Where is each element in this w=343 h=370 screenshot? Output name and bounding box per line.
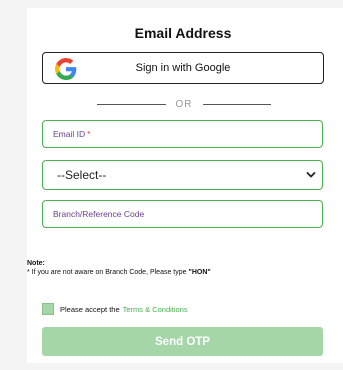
terms-checkbox[interactable] [42, 303, 54, 315]
note-title: Note: [27, 260, 45, 267]
note-code: "HON" [188, 269, 211, 276]
send-otp-button[interactable]: Send OTP [42, 327, 323, 356]
required-marker: * [87, 129, 91, 139]
consent-text: Please accept the [60, 304, 120, 314]
note-block: Note: * If you are not aware on Branch C… [27, 259, 339, 277]
terms-link[interactable]: Terms & Conditions [123, 305, 188, 314]
branch-select[interactable]: --Select-- [42, 160, 323, 190]
terms-consent: Please accept the Terms & Conditions [42, 303, 188, 315]
email-input[interactable]: Email ID * [42, 120, 323, 148]
form-title: Email Address [134, 25, 232, 41]
branch-code-input[interactable]: Branch/Reference Code [42, 200, 323, 228]
divider-line-right [202, 103, 271, 105]
branch-placeholder: Branch/Reference Code [53, 209, 145, 219]
divider-line-left [97, 103, 166, 105]
email-placeholder: Email ID [53, 129, 86, 139]
google-button-label: Sign in with Google [135, 62, 231, 74]
select-value: --Select-- [57, 168, 107, 182]
google-sign-in-button[interactable]: Sign in with Google [42, 52, 324, 84]
divider-text: OR [175, 98, 193, 110]
or-divider: OR [97, 97, 271, 111]
google-g-icon [55, 58, 77, 80]
chevron-down-icon [306, 172, 316, 178]
note-text: * If you are not aware on Branch Code, P… [27, 269, 189, 276]
email-form-card: Email Address Sign in with Google OR Ema… [27, 8, 343, 363]
